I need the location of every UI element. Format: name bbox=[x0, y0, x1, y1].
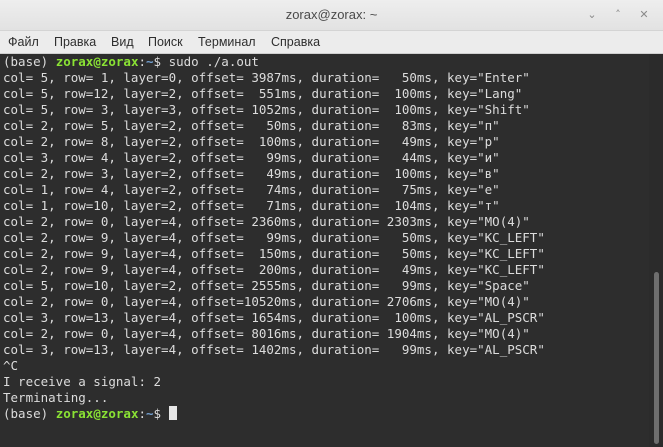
output-line: col= 2, row= 5, layer=2, offset= 50ms, d… bbox=[3, 118, 500, 133]
output-line: col= 5, row=12, layer=2, offset= 551ms, … bbox=[3, 86, 523, 101]
prompt-symbol: $ bbox=[153, 54, 169, 69]
output-line: col= 2, row= 3, layer=2, offset= 49ms, d… bbox=[3, 166, 500, 181]
scrollbar-thumb[interactable] bbox=[654, 272, 659, 444]
output-line: col= 2, row= 0, layer=4, offset=10520ms,… bbox=[3, 294, 530, 309]
command-line: (base) zorax@zorax:~$ sudo ./a.out bbox=[3, 54, 259, 70]
output-line: col= 5, row=10, layer=2, offset= 2555ms,… bbox=[3, 278, 530, 293]
menu-file[interactable]: Файл bbox=[8, 31, 39, 53]
output-line: col= 2, row= 9, layer=4, offset= 200ms, … bbox=[3, 262, 545, 277]
prompt-env: (base) bbox=[3, 406, 56, 421]
menu-view[interactable]: Вид bbox=[111, 31, 134, 53]
menu-edit[interactable]: Правка bbox=[54, 31, 96, 53]
output-line: col= 3, row=13, layer=4, offset= 1402ms,… bbox=[3, 342, 545, 357]
output-line: col= 1, row= 4, layer=2, offset= 74ms, d… bbox=[3, 182, 500, 197]
close-icon[interactable]: ✕ bbox=[635, 6, 653, 24]
output-line: Terminating... bbox=[3, 390, 109, 405]
output-line: col= 1, row=10, layer=2, offset= 71ms, d… bbox=[3, 198, 500, 213]
text-cursor bbox=[168, 406, 177, 420]
prompt-user: zorax@zorax bbox=[55, 406, 139, 421]
terminal-window: zorax@zorax: ~ ⌄ ˄ ✕ Файл Правка Вид Пои… bbox=[0, 0, 663, 447]
output-line: col= 5, row= 3, layer=3, offset= 1052ms,… bbox=[3, 102, 530, 117]
minimize-icon[interactable]: ⌄ bbox=[583, 6, 601, 24]
terminal-output[interactable]: (base) zorax@zorax:~$ sudo ./a.out col= … bbox=[0, 54, 649, 447]
title-bar[interactable]: zorax@zorax: ~ ⌄ ˄ ✕ bbox=[0, 0, 663, 31]
output-line: col= 2, row= 0, layer=4, offset= 8016ms,… bbox=[3, 326, 530, 341]
output-line: I receive a signal: 2 bbox=[3, 374, 162, 389]
menu-bar: Файл Правка Вид Поиск Терминал Справка bbox=[0, 31, 663, 54]
output-line: col= 2, row= 9, layer=4, offset= 150ms, … bbox=[3, 246, 545, 261]
output-line: col= 2, row= 8, layer=2, offset= 100ms, … bbox=[3, 134, 500, 149]
prompt-user: zorax@zorax bbox=[55, 54, 139, 69]
output-line: col= 2, row= 9, layer=4, offset= 99ms, d… bbox=[3, 230, 545, 245]
output-line: col= 3, row= 4, layer=2, offset= 99ms, d… bbox=[3, 150, 500, 165]
prompt-path: ~ bbox=[146, 406, 154, 421]
menu-help[interactable]: Справка bbox=[271, 31, 320, 53]
prompt-env: (base) bbox=[3, 54, 56, 69]
active-prompt-line[interactable]: (base) zorax@zorax:~$ bbox=[3, 406, 177, 422]
output-line: col= 3, row=13, layer=4, offset= 1654ms,… bbox=[3, 310, 545, 325]
scrollbar[interactable] bbox=[649, 54, 663, 447]
menu-terminal[interactable]: Терминал bbox=[198, 31, 256, 53]
maximize-icon[interactable]: ˄ bbox=[609, 6, 627, 24]
prompt-symbol: $ bbox=[153, 406, 169, 421]
prompt-separator: : bbox=[138, 406, 147, 421]
menu-search[interactable]: Поиск bbox=[148, 31, 183, 53]
prompt-path: ~ bbox=[146, 54, 154, 69]
output-line: col= 2, row= 0, layer=4, offset= 2360ms,… bbox=[3, 214, 530, 229]
window-title: zorax@zorax: ~ bbox=[285, 7, 378, 22]
prompt-separator: : bbox=[138, 54, 147, 69]
output-line: ^C bbox=[3, 358, 19, 373]
output-line: col= 5, row= 1, layer=0, offset= 3987ms,… bbox=[3, 70, 530, 85]
command-text: sudo ./a.out bbox=[168, 54, 259, 69]
